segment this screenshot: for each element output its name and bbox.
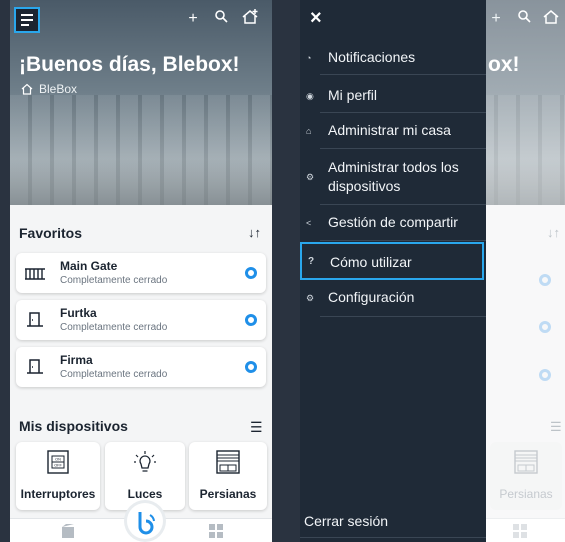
home-name: BleBox	[39, 82, 78, 96]
divider	[320, 148, 486, 149]
greeting-title: ¡Buenos días, Blebox!	[19, 53, 240, 76]
divider	[320, 204, 486, 205]
dashboard-tab-icon[interactable]	[208, 523, 224, 539]
category-label: Luces	[127, 487, 163, 501]
scenes-tab-icon[interactable]	[60, 523, 76, 539]
devices-title: Mis dispositivos	[19, 418, 128, 434]
action-ring-icon[interactable]	[245, 267, 257, 279]
device-status: Completamente cerrado	[60, 275, 168, 286]
favorite-card-main-gate[interactable]: Main Gate Completamente cerrado	[16, 253, 266, 293]
home-add-icon[interactable]	[239, 8, 261, 32]
switch-off-label: OFF	[54, 464, 62, 468]
category-lights[interactable]: Luces	[105, 442, 185, 510]
divider	[320, 240, 486, 241]
device-status: Completamente cerrado	[60, 369, 168, 380]
logout-button[interactable]: Cerrar sesión	[300, 512, 484, 534]
menu-item-manage-home[interactable]: ⌂ Administrar mi casa	[300, 121, 484, 143]
question-icon: ?	[308, 256, 315, 267]
share-icon: <	[306, 218, 312, 228]
category-switches[interactable]: ON OFF Interruptores	[16, 442, 100, 510]
action-ring-icon[interactable]	[245, 361, 257, 373]
door-icon	[27, 359, 43, 374]
divider	[320, 74, 486, 75]
menu-item-sharing[interactable]: < Gestión de compartir	[300, 213, 484, 235]
home-settings-icon: ⌂	[306, 126, 312, 136]
house-icon	[21, 83, 33, 95]
hero-banner	[10, 0, 272, 205]
blebox-logo-icon	[138, 512, 155, 535]
switch-on-label: ON	[55, 458, 61, 462]
favorite-card-furtka[interactable]: Furtka Completamente cerrado	[16, 300, 266, 340]
divider	[320, 112, 486, 113]
device-name: Firma	[60, 353, 93, 367]
switch-icon: ON OFF	[47, 450, 69, 474]
device-status: Completamente cerrado	[60, 322, 168, 333]
home-screen: + ¡Buenos días, Blebox! BleBox Favoritos…	[10, 0, 272, 542]
list-view-icon[interactable]: ☰	[250, 419, 263, 436]
door-icon	[27, 312, 43, 327]
menu-item-notifications[interactable]: ◔ Notificaciones	[300, 48, 484, 70]
menu-item-how-to-use[interactable]: ? Cómo utilizar	[300, 242, 484, 280]
close-icon[interactable]: ×	[310, 8, 322, 28]
divider	[300, 537, 486, 538]
favorite-card-firma[interactable]: Firma Completamente cerrado	[16, 347, 266, 387]
sort-icon[interactable]: ↓↑	[248, 225, 261, 240]
user-icon: ◉	[306, 91, 314, 101]
menu-item-profile[interactable]: ◉ Mi perfil	[300, 86, 484, 108]
menu-button[interactable]	[14, 7, 40, 33]
bulb-icon	[134, 451, 156, 472]
divider	[320, 316, 486, 317]
add-icon[interactable]: +	[183, 9, 203, 29]
device-name: Furtka	[60, 306, 97, 320]
favorites-title: Favoritos	[19, 225, 83, 241]
search-icon[interactable]	[211, 9, 231, 29]
bell-icon: ◔	[306, 53, 312, 63]
menu-item-settings[interactable]: ⚙ Configuración	[300, 288, 484, 310]
home-selector[interactable]: BleBox	[21, 82, 77, 96]
category-label: Interruptores	[20, 487, 96, 501]
blinds-icon	[216, 450, 240, 474]
device-name: Main Gate	[60, 259, 118, 273]
home-fab-button[interactable]	[127, 503, 163, 539]
gate-icon	[25, 268, 45, 280]
navigation-drawer: × ◔ Notificaciones ◉ Mi perfil ⌂ Adminis…	[300, 0, 486, 542]
action-ring-icon[interactable]	[245, 314, 257, 326]
gear-icon: ⚙	[306, 293, 315, 303]
menu-item-manage-devices[interactable]: ⚙ Administrar todos los dispositivos	[300, 158, 484, 200]
category-blinds[interactable]: Persianas	[189, 442, 267, 510]
category-label: Persianas	[199, 487, 257, 501]
menu-screen: + ox! ↓↑ ☰ Persianas × ◔ Notificaciones …	[300, 0, 565, 542]
devices-icon: ⚙	[306, 172, 315, 182]
